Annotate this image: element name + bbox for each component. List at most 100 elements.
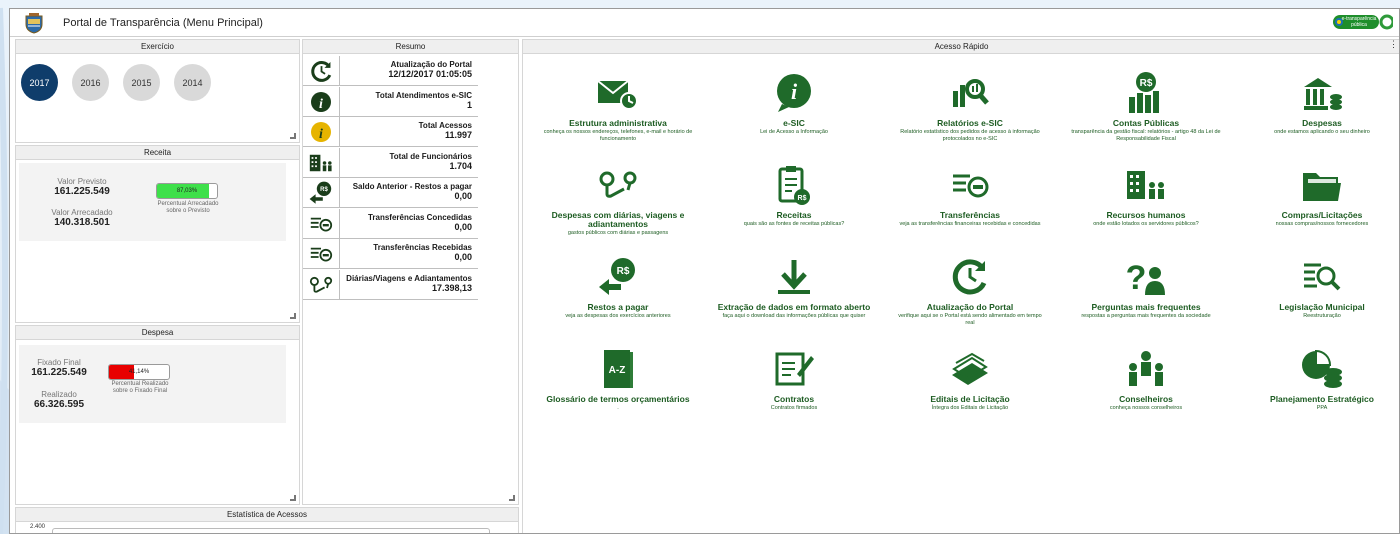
- resumo-row: i Total Atendimentos e-SIC 1: [303, 86, 478, 117]
- tile-subtitle: conheça os nossos endereços, telefones, …: [543, 129, 693, 142]
- svg-text:A-Z: A-Z: [609, 365, 626, 376]
- municipal-crest-icon: [25, 12, 43, 34]
- exercicio-panel: Exercício 2017 2016 2015 2014: [15, 39, 300, 143]
- resumo-row: Atualização do Portal 12/12/2017 01:05:0…: [303, 56, 478, 86]
- resumo-value: 11.997: [444, 130, 472, 140]
- people-group-icon: [1058, 346, 1234, 392]
- quick-access-tile[interactable]: Despesas com diárias, viagens e adiantam…: [530, 162, 706, 237]
- transparency-badge[interactable]: e-transparência pública: [1333, 12, 1395, 32]
- quick-access-tile[interactable]: Conselheiros conheça nossos conselheiros: [1058, 346, 1234, 412]
- quick-access-tile[interactable]: Recursos humanos onde estão lotados os s…: [1058, 162, 1234, 228]
- folder-icon: [1234, 162, 1399, 208]
- route-icon: [306, 273, 336, 297]
- tile-title: Relatórios e-SIC: [937, 118, 1003, 128]
- tile-title: Conselheiros: [1119, 394, 1173, 404]
- realizado-value: 66.326.595: [33, 399, 85, 410]
- resize-handle[interactable]: [290, 495, 296, 501]
- refresh-clock-icon: [882, 254, 1058, 300]
- pie-database-icon: [1234, 346, 1399, 392]
- year-button-2017[interactable]: 2017: [21, 64, 58, 101]
- quick-access-tile[interactable]: R$ Receitas quais são as fontes de recei…: [706, 162, 882, 228]
- resumo-row: i Total Acessos 11.997: [303, 117, 478, 147]
- quick-access-tile[interactable]: Planejamento Estratégico PPA: [1234, 346, 1399, 412]
- route-icon: [530, 162, 706, 208]
- year-button-2016[interactable]: 2016: [72, 64, 109, 101]
- resumo-value: 0,00: [454, 221, 472, 232]
- tile-subtitle: Lei de Acesso a Informação: [760, 129, 828, 135]
- despesa-bar-caption: Percentual Realizado sobre o Fixado Fina…: [111, 381, 169, 394]
- quick-access-tile[interactable]: Estrutura administrativa conheça os noss…: [530, 70, 706, 142]
- quick-access-tile[interactable]: R$ Contas Públicas transparência da gest…: [1058, 70, 1234, 142]
- building-people-icon: [1058, 162, 1234, 208]
- arrecadado-label: Valor Arrecadado: [51, 208, 113, 217]
- tile-title: Despesas: [1302, 118, 1342, 128]
- quick-access-tile[interactable]: R$ Restos a pagar veja as despesas dos e…: [530, 254, 706, 320]
- tile-subtitle: Relatório estatístico dos pedidos de ace…: [900, 129, 1040, 142]
- arrecadado-value: 140.318.501: [54, 217, 110, 228]
- resize-handle[interactable]: [290, 133, 296, 139]
- info-bubble-icon: i: [706, 70, 882, 116]
- despesa-percent: 41,14%: [128, 369, 150, 375]
- quick-access-tile[interactable]: Compras/Licitações nossas compras/nossos…: [1234, 162, 1399, 228]
- quick-access-tile[interactable]: Extração de dados em formato aberto faça…: [706, 254, 882, 320]
- quick-access-tile[interactable]: A-Z Glossário de termos orçamentários .: [530, 346, 706, 412]
- quick-access-tile[interactable]: Relatórios e-SIC Relatório estatístico d…: [882, 70, 1058, 142]
- receita-percent: 87,03%: [176, 188, 198, 194]
- quick-access-tile[interactable]: Legislação Municipal Reestruturação: [1234, 254, 1399, 320]
- tile-subtitle: verifique aqui se o Portal está sendo al…: [898, 313, 1042, 326]
- chart-search-icon: [882, 70, 1058, 116]
- tile-subtitle: veja as transferências financeiras receb…: [899, 221, 1041, 227]
- resumo-value: 1.704: [449, 160, 472, 171]
- more-menu-icon[interactable]: ⋮: [1389, 40, 1398, 49]
- tile-subtitle: gastos públicos com diárias e passagens: [567, 230, 669, 236]
- exercicio-header: Exercício: [16, 40, 299, 54]
- acesso-rapido-header: Acesso Rápido: [523, 40, 1399, 54]
- tile-title: Compras/Licitações: [1281, 210, 1363, 220]
- tile-title: Extração de dados em formato aberto: [717, 302, 871, 312]
- download-icon: [706, 254, 882, 300]
- tile-title: Contratos: [773, 394, 815, 404]
- question-person-icon: ?: [1058, 254, 1234, 300]
- resumo-value: 17.398,13: [431, 282, 472, 293]
- tile-title: e-SIC: [783, 118, 805, 128]
- tile-subtitle: PPA: [1316, 405, 1328, 411]
- year-button-2014[interactable]: 2014: [174, 64, 211, 101]
- quick-access-tile[interactable]: i e-SIC Lei de Acesso a Informação: [706, 70, 882, 136]
- realizado-label: Realizado: [41, 390, 77, 399]
- year-button-2015[interactable]: 2015: [123, 64, 160, 101]
- svg-text:?: ?: [1126, 259, 1147, 297]
- resumo-value: 0,00: [454, 191, 472, 201]
- tile-title: Perguntas mais frequentes: [1091, 302, 1201, 312]
- resize-handle[interactable]: [509, 495, 515, 501]
- money-arrow-icon: R$: [530, 254, 706, 300]
- quick-access-tile[interactable]: Contratos Contratos firmados: [706, 346, 882, 412]
- receita-bar-caption: Percentual Arrecadado sobre o Previsto: [157, 201, 219, 214]
- resumo-panel: Resumo Atualização do Portal 12/12/2017 …: [302, 39, 519, 505]
- quick-access-tile[interactable]: Transferências veja as transferências fi…: [882, 162, 1058, 228]
- tile-subtitle: nossas compras/nossos fornecedores: [1275, 221, 1369, 227]
- top-bar: Portal de Transparência (Menu Principal)…: [10, 9, 1399, 37]
- tile-subtitle: .: [617, 405, 619, 411]
- resumo-label: Total de Funcionários: [389, 151, 472, 161]
- svg-text:i: i: [319, 127, 323, 142]
- resize-handle[interactable]: [290, 313, 296, 319]
- quick-access-tile[interactable]: ? Perguntas mais frequentes respostas a …: [1058, 254, 1234, 320]
- quick-access-tile[interactable]: Editais de Licitação Íntegra dos Editais…: [882, 346, 1058, 412]
- despesa-panel: Despesa Fixado Final 161.225.549 Realiza…: [15, 325, 300, 505]
- tile-title: Transferências: [939, 210, 1000, 220]
- quick-access-tile[interactable]: Despesas onde estamos aplicando o seu di…: [1234, 70, 1399, 136]
- transfer-icon: [306, 212, 336, 236]
- money-arrow-icon: R$: [306, 181, 336, 205]
- svg-text:i: i: [791, 79, 798, 104]
- quick-access-tile[interactable]: Atualização do Portal verifique aqui se …: [882, 254, 1058, 326]
- refresh-clock-icon: [306, 59, 336, 83]
- tile-title: Legislação Municipal: [1279, 302, 1365, 312]
- access-chart-area: [52, 528, 490, 533]
- previsto-value: 161.225.549: [54, 186, 110, 197]
- brazil-flag-icon: [1335, 18, 1343, 26]
- svg-text:R$: R$: [1140, 78, 1153, 89]
- estatistica-panel: Estatística de Acessos 2.400: [15, 507, 519, 533]
- resumo-value: 0,00: [454, 252, 472, 262]
- resumo-value: 12/12/2017 01:05:05: [388, 69, 472, 79]
- resumo-row: Diárias/Viagens e Adiantamentos 17.398,1…: [303, 269, 478, 300]
